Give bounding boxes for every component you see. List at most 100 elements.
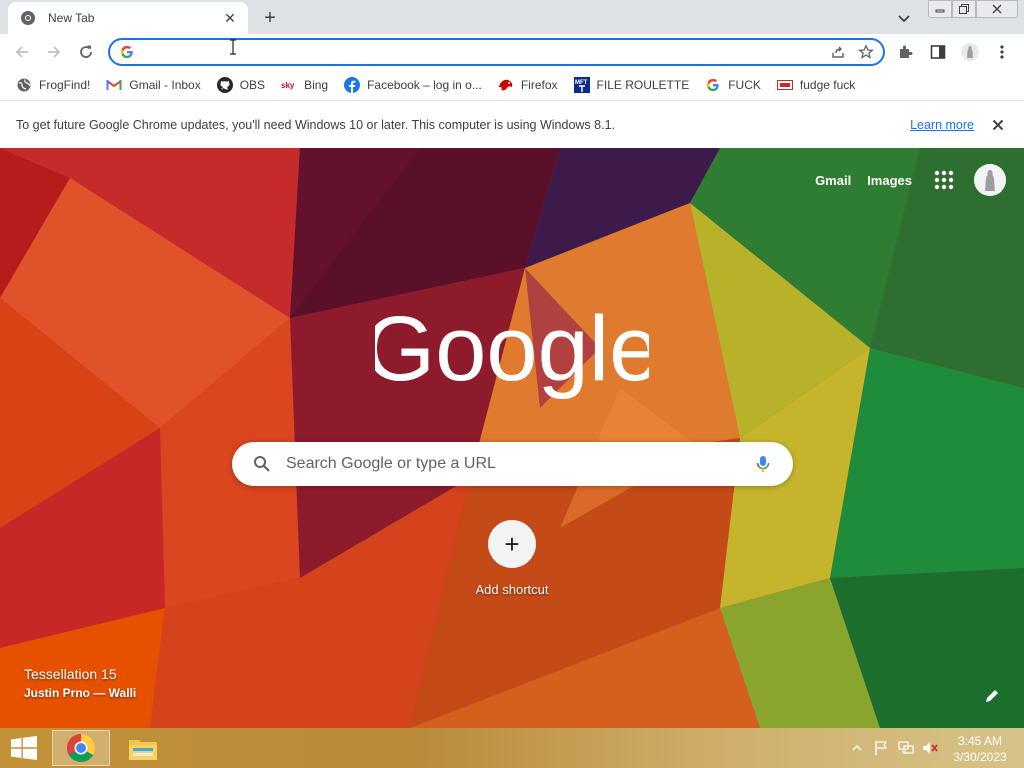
forward-button[interactable] [42, 40, 66, 64]
bookmark-label: Firefox [520, 78, 558, 92]
svg-text:MFT: MFT [575, 80, 588, 86]
bookmark-label: FILE ROULETTE [596, 78, 690, 92]
bookmark-firefox[interactable]: Firefox [492, 73, 564, 97]
account-avatar[interactable] [974, 164, 1006, 196]
more-vert-icon [1000, 45, 1004, 59]
gmail-icon [106, 77, 122, 93]
bookmark-fudge-fuck[interactable]: fudge fuck [771, 73, 861, 97]
minimize-icon [935, 9, 945, 13]
google-icon [705, 77, 721, 93]
infobar-close-button[interactable] [990, 117, 1006, 133]
restore-button[interactable] [952, 0, 976, 18]
plus-icon: + [488, 520, 536, 568]
firefox-icon [498, 77, 514, 93]
github-icon [216, 77, 233, 93]
bookmark-label: FrogFind! [39, 78, 91, 92]
forward-arrow-icon [48, 46, 61, 58]
volume-button[interactable] [920, 740, 940, 756]
tab-search-chevron-icon[interactable] [894, 8, 914, 28]
globe-icon [16, 77, 32, 93]
restore-icon [959, 4, 969, 14]
update-infobar: To get future Google Chrome updates, you… [0, 100, 1024, 148]
add-shortcut-label: Add shortcut [475, 582, 549, 597]
chrome-icon [67, 734, 95, 762]
ntp-search-box[interactable]: Search Google or type a URL [232, 442, 793, 486]
facebook-icon [344, 77, 361, 93]
bookmark-gmail-inbox[interactable]: Gmail - Inbox [100, 73, 206, 97]
infobar-message: To get future Google Chrome updates, you… [16, 117, 615, 132]
reload-button[interactable] [74, 40, 98, 64]
menu-button[interactable] [992, 42, 1012, 62]
share-button[interactable] [827, 41, 849, 63]
tab-new-tab[interactable]: New Tab ✕ [8, 2, 248, 34]
search-placeholder: Search Google or type a URL [286, 455, 496, 472]
background-attribution[interactable]: Tessellation 15 Justin Prno — Walli [24, 666, 136, 700]
bookmarks-bar: FrogFind! Gmail - Inbox OBS sky Bing Fac… [0, 70, 1024, 100]
new-tab-page: Gmail Images Google Search Google or typ… [0, 148, 1024, 728]
omnibox-input[interactable] [144, 42, 827, 62]
side-panel-button[interactable] [928, 42, 948, 62]
reload-icon [80, 45, 92, 58]
share-icon [832, 46, 844, 58]
gmail-link[interactable]: Gmail [815, 173, 851, 188]
learn-more-link[interactable]: Learn more [910, 118, 974, 132]
back-arrow-icon [15, 46, 28, 58]
tab-title: New Tab [48, 11, 95, 25]
side-panel-icon [930, 45, 946, 59]
text-cursor-icon [230, 39, 236, 55]
close-icon [992, 119, 1004, 130]
microphone-icon[interactable] [753, 454, 773, 474]
close-icon [992, 4, 1002, 14]
taskbar-chrome[interactable] [52, 730, 110, 766]
profile-avatar-icon [961, 43, 979, 61]
sky-icon: sky [281, 77, 297, 93]
network-icon [898, 741, 914, 754]
customize-pencil-icon[interactable] [982, 686, 1002, 706]
network-button[interactable] [896, 740, 916, 756]
chevron-up-icon [852, 745, 862, 751]
bookmark-fuck[interactable]: FUCK [699, 73, 767, 97]
bookmark-frogfind[interactable]: FrogFind! [10, 73, 96, 97]
search-icon [254, 456, 270, 472]
browser-toolbar [0, 34, 1024, 70]
avatar-icon [975, 165, 1005, 195]
show-hidden-icons-button[interactable] [851, 740, 863, 756]
action-center-flag-button[interactable] [872, 740, 890, 756]
bookmark-label: FUCK [728, 78, 761, 92]
bookmark-bing[interactable]: sky Bing [275, 73, 334, 97]
add-shortcut-button[interactable]: + Add shortcut [470, 520, 554, 597]
tab-strip: New Tab ✕ + [0, 0, 1024, 34]
close-window-button[interactable] [976, 0, 1018, 18]
images-link[interactable]: Images [867, 173, 912, 188]
bookmark-star-button[interactable] [855, 41, 877, 63]
star-icon [858, 44, 874, 59]
google-logo: Google [375, 298, 649, 400]
bookmark-facebook[interactable]: Facebook – log in o... [338, 73, 488, 97]
tab-close-icon[interactable]: ✕ [222, 10, 238, 26]
taskbar-clock[interactable]: 3:45 AM 3/30/2023 [946, 733, 1014, 765]
mft-icon: MFT [573, 77, 590, 93]
google-logo-text: Google [375, 298, 649, 400]
bookmark-label: Gmail - Inbox [129, 78, 201, 92]
google-apps-icon[interactable] [932, 168, 956, 192]
flag-icon [875, 741, 888, 755]
bookmark-file-roulette[interactable]: MFT FILE ROULETTE [568, 73, 696, 97]
file-explorer-icon [129, 740, 157, 760]
windows-start-icon[interactable] [10, 736, 38, 760]
taskbar-file-explorer[interactable] [114, 730, 172, 766]
fudge-icon [776, 77, 793, 93]
new-tab-button[interactable]: + [258, 6, 282, 30]
background-credit: Justin Prno — Walli [24, 686, 137, 700]
chrome-icon [21, 11, 35, 25]
bookmark-obs[interactable]: OBS [211, 73, 271, 97]
profile-button[interactable] [960, 42, 980, 62]
bookmark-label: fudge fuck [799, 78, 856, 92]
google-g-icon [120, 45, 133, 59]
extensions-button[interactable] [896, 42, 916, 62]
bookmark-label: Facebook – log in o... [367, 78, 482, 92]
back-button[interactable] [10, 40, 34, 64]
minimize-button[interactable] [928, 0, 952, 18]
ntp-top-links: Gmail Images [799, 164, 1006, 196]
address-bar[interactable] [108, 38, 885, 66]
windows-taskbar: 3:45 AM 3/30/2023 [0, 728, 1024, 768]
